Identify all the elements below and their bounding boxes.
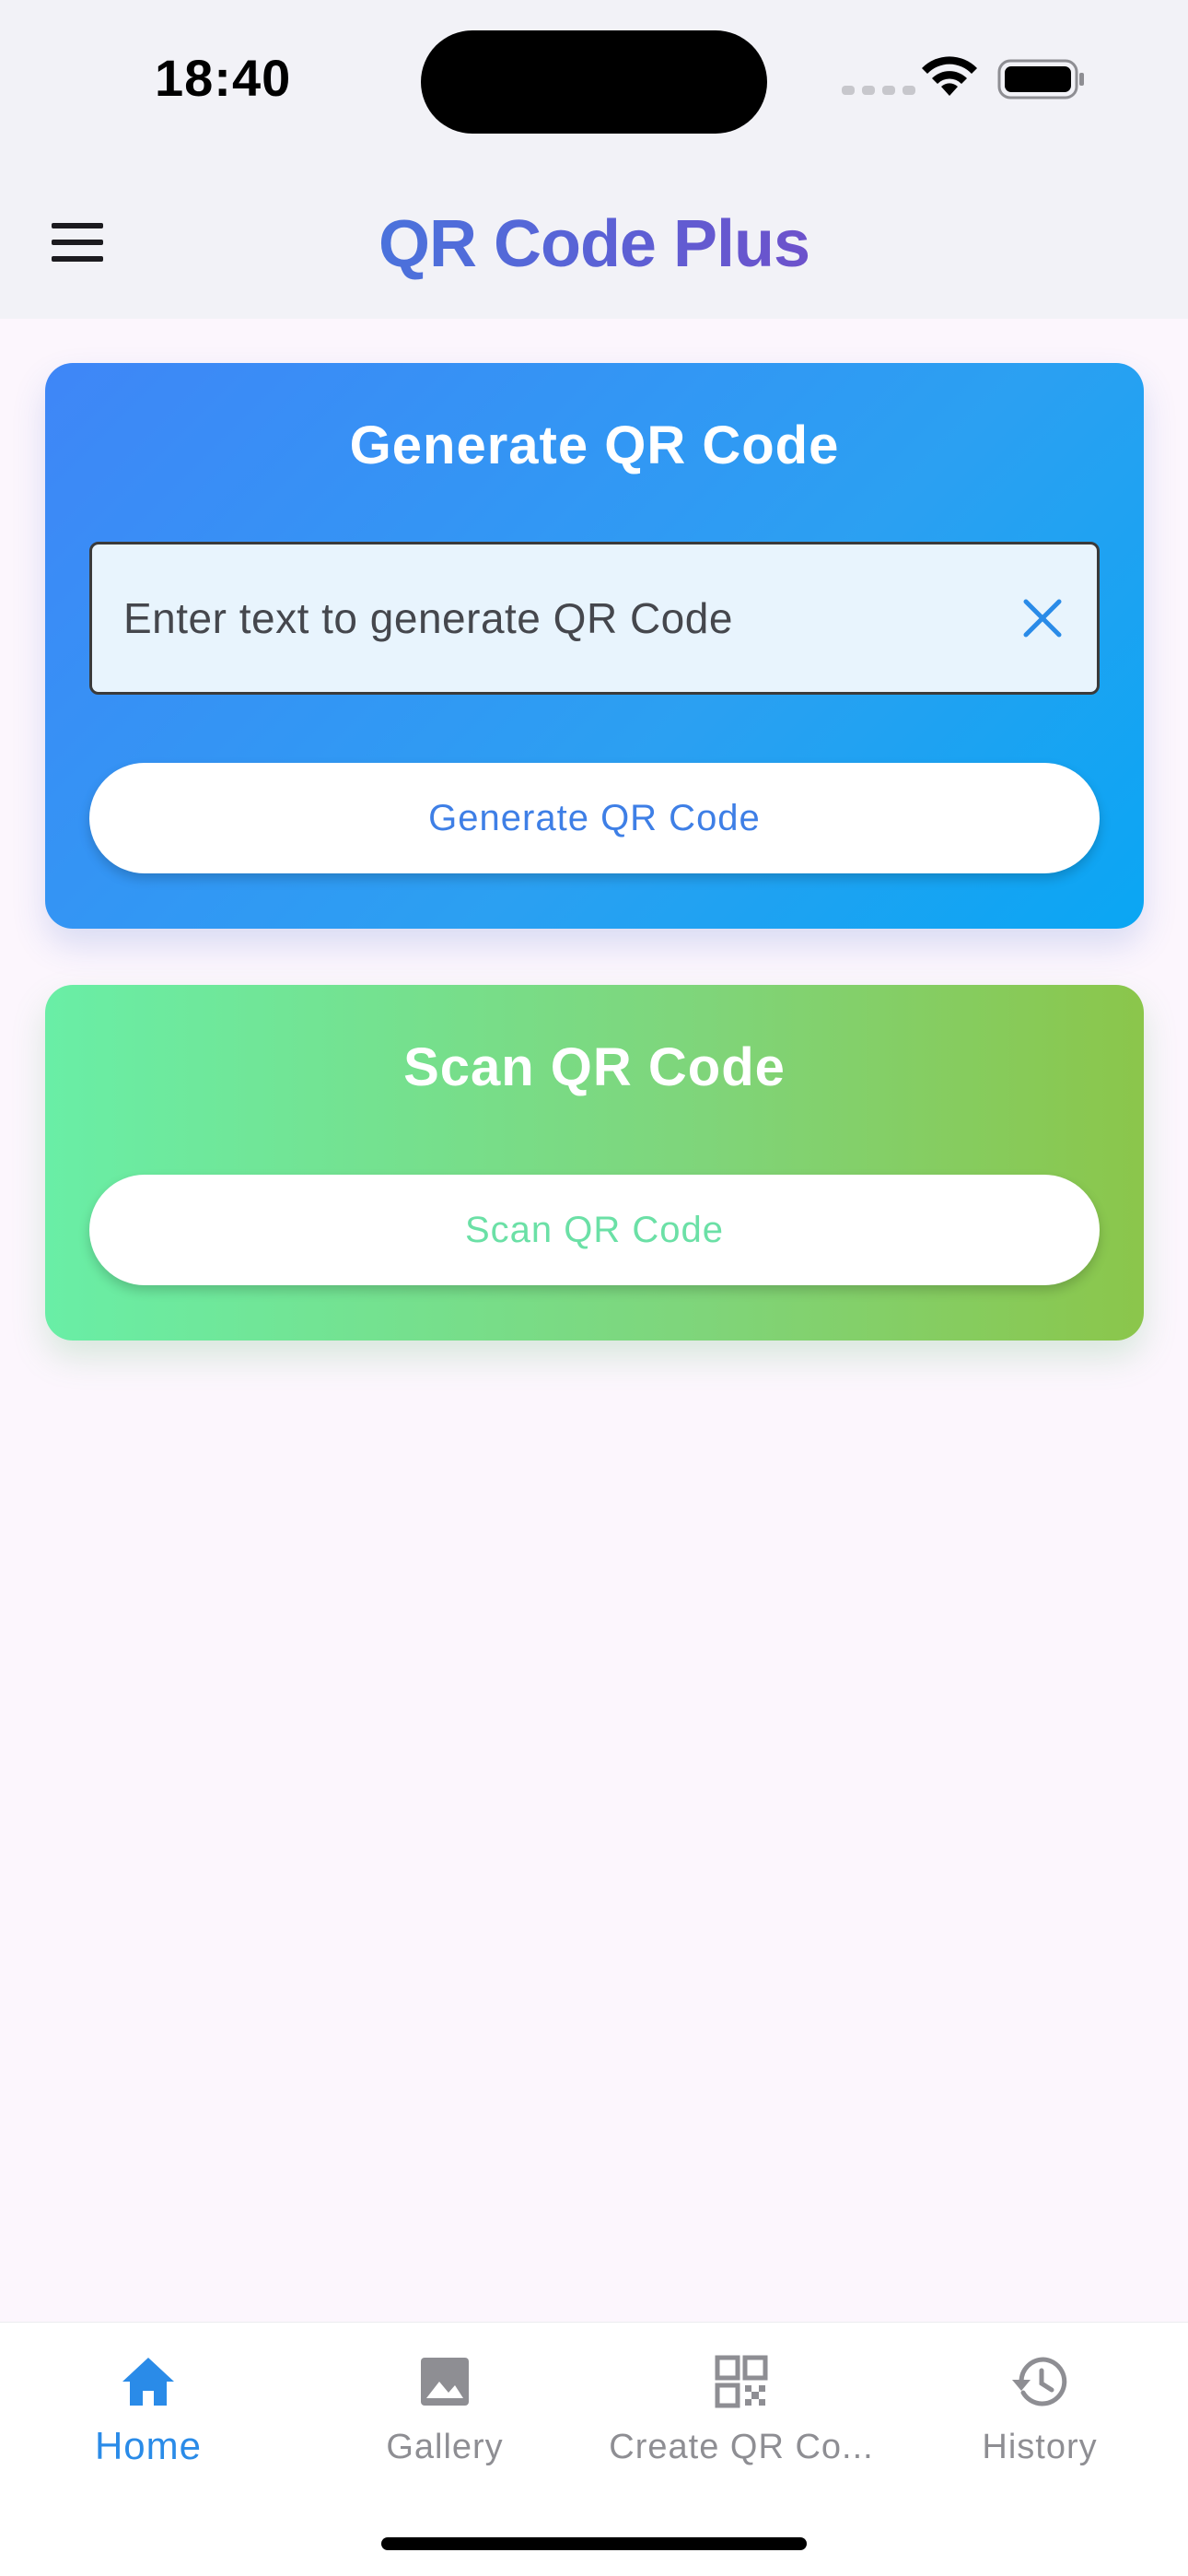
home-indicator[interactable] xyxy=(381,2537,807,2550)
home-icon xyxy=(122,2358,174,2406)
nav-label-create-qr-code: Create QR Co... xyxy=(609,2428,874,2466)
close-icon[interactable] xyxy=(1019,595,1066,641)
qr-text-input[interactable]: Enter text to generate QR Code xyxy=(89,542,1100,695)
battery-icon xyxy=(997,59,1084,100)
nav-item-history[interactable]: History xyxy=(891,2323,1188,2516)
nav-label-gallery: Gallery xyxy=(386,2428,504,2466)
generate-qr-card: Generate QR Code Enter text to generate … xyxy=(45,363,1144,929)
dynamic-island xyxy=(421,30,767,134)
cellular-signal-icon xyxy=(842,86,915,95)
generate-qr-button[interactable]: Generate QR Code xyxy=(89,763,1100,873)
app-screen: 18:40 QR Code Plus Generate QR Code Ente… xyxy=(0,0,1188,2576)
status-time: 18:40 xyxy=(155,49,292,107)
qr-text-input-placeholder[interactable]: Enter text to generate QR Code xyxy=(123,593,1019,643)
nav-label-history: History xyxy=(982,2428,1098,2466)
scan-qr-card: Scan QR Code Scan QR Code xyxy=(45,985,1144,1341)
app-bar: QR Code Plus xyxy=(0,164,1188,319)
history-icon xyxy=(1012,2357,1067,2406)
generate-card-title: Generate QR Code xyxy=(349,416,840,475)
app-title: QR Code Plus xyxy=(0,206,1188,282)
scan-card-title: Scan QR Code xyxy=(403,1037,786,1097)
image-icon xyxy=(421,2358,469,2406)
qr-code-icon xyxy=(715,2355,768,2408)
wifi-icon xyxy=(922,56,977,96)
nav-item-gallery[interactable]: Gallery xyxy=(297,2323,593,2516)
nav-label-home: Home xyxy=(94,2424,203,2467)
scan-qr-button[interactable]: Scan QR Code xyxy=(89,1175,1100,1285)
nav-item-create-qr-code[interactable]: Create QR Co... xyxy=(593,2323,890,2516)
status-bar: 18:40 xyxy=(0,0,1188,164)
nav-item-home[interactable]: Home xyxy=(0,2323,297,2516)
